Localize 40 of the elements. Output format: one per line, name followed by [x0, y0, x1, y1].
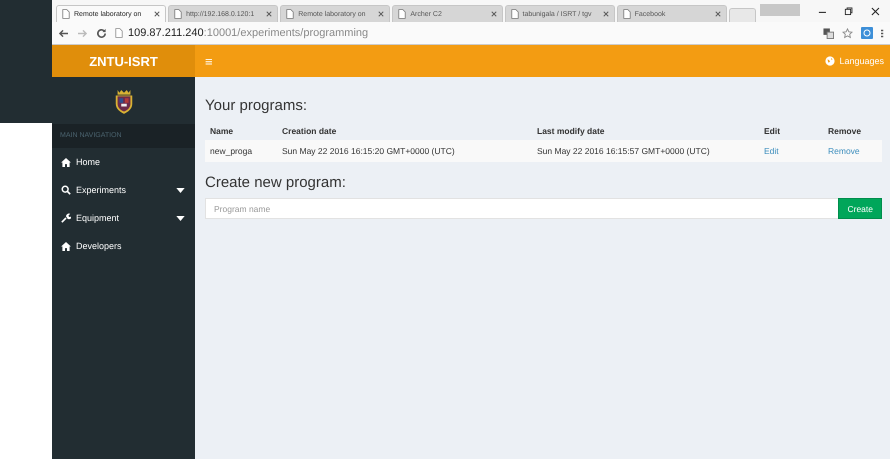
restore-icon[interactable]: [844, 7, 854, 16]
create-button[interactable]: Create: [838, 198, 882, 219]
column-header: Edit: [764, 126, 780, 136]
edit-link[interactable]: Edit: [764, 146, 779, 156]
back-icon[interactable]: [58, 28, 69, 38]
table-cell: Sun May 22 2016 16:15:20 GMT+0000 (UTC): [282, 146, 455, 156]
page-icon: [398, 9, 406, 19]
page-icon: [622, 9, 631, 19]
column-header: Last modify date: [537, 126, 605, 136]
remove-link[interactable]: Remove: [828, 146, 860, 156]
nav-item[interactable]: Home: [52, 148, 195, 176]
globe-icon: [825, 56, 836, 66]
page-icon: [115, 28, 123, 38]
extension-icon[interactable]: [861, 27, 873, 39]
nav-item[interactable]: Experiments: [52, 176, 195, 204]
column-header: Name: [210, 126, 234, 136]
wrench-icon: [61, 213, 71, 223]
page-icon: [510, 9, 518, 19]
table-cell: Sun May 22 2016 16:15:57 GMT+0000 (UTC): [537, 146, 710, 156]
table-cell: new_proga: [210, 146, 252, 156]
column-header: Creation date: [282, 126, 336, 136]
program-name-field[interactable]: Program name: [205, 198, 838, 219]
nav-item[interactable]: Equipment: [52, 204, 195, 232]
home-icon: [61, 242, 71, 250]
page-icon: [174, 9, 182, 19]
column-header: Remove: [828, 126, 862, 136]
translate-icon[interactable]: [823, 28, 834, 38]
star-icon[interactable]: [842, 28, 853, 38]
menu-icon[interactable]: [881, 28, 884, 38]
home-icon: [61, 158, 71, 166]
nav-item[interactable]: Developers: [52, 232, 195, 260]
section-title: Create new program:: [205, 174, 347, 191]
close-icon[interactable]: [154, 11, 160, 17]
reload-icon[interactable]: [96, 28, 107, 38]
close-icon[interactable]: [871, 7, 880, 16]
page-icon: [62, 9, 70, 19]
search-icon: [61, 185, 71, 195]
section-title: Your programs:: [205, 97, 308, 114]
url-text: 109.87.211.240:10001/experiments/programming: [128, 27, 368, 39]
page-icon: [286, 9, 294, 19]
